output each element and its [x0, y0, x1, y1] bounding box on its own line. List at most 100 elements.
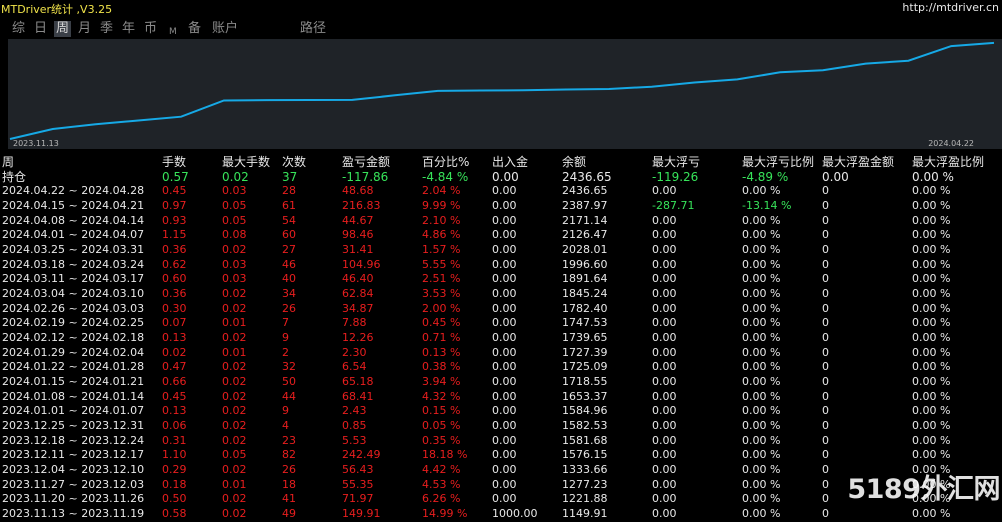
table-cell: 31.41 [342, 243, 374, 257]
table-cell: 2024.03.11 ~ 2024.03.17 [2, 272, 145, 286]
table-cell: 1747.53 [562, 316, 608, 330]
table-cell: 0.00 % [912, 316, 951, 330]
column-header: 余额 [562, 155, 587, 169]
table-row[interactable]: 2024.02.26 ~ 2024.03.03 0.30 0.02 26 34.87 2.… [0, 302, 1002, 317]
open-cell: 2436.65 [562, 169, 612, 184]
table-cell: 0.00 [492, 404, 517, 418]
table-cell: 0.00 [492, 448, 517, 462]
table-cell: 0.02 [222, 389, 247, 403]
table-cell: 0.15 % [422, 404, 461, 418]
table-cell: 0.30 [162, 301, 187, 315]
table-row[interactable]: 2023.12.11 ~ 2023.12.17 1.10 0.05 82 242.49 1… [0, 448, 1002, 463]
column-header: 手数 [162, 155, 187, 169]
table-cell: 14.99 % [422, 507, 468, 521]
table-cell: 1725.09 [562, 360, 608, 374]
table-cell: 2024.03.04 ~ 2024.03.10 [2, 287, 145, 301]
tab-path[interactable]: 路径 [300, 21, 326, 37]
table-cell: 2023.12.25 ~ 2023.12.31 [2, 419, 145, 433]
table-cell: 18.18 % [422, 448, 468, 462]
table-cell: 0.00 [492, 301, 517, 315]
table-row[interactable]: 2024.04.08 ~ 2024.04.14 0.93 0.05 54 44.67 2.… [0, 214, 1002, 229]
table-row[interactable]: 2024.03.18 ~ 2024.03.24 0.62 0.03 46 104.96 5… [0, 258, 1002, 273]
table-row[interactable]: 2023.11.13 ~ 2023.11.19 0.58 0.02 49 149.91 1… [0, 507, 1002, 522]
chart-x-start-label: 2023.11.13 [13, 139, 59, 148]
table-row[interactable]: 2024.01.08 ~ 2024.01.14 0.45 0.02 44 68.41 4.… [0, 390, 1002, 405]
table-cell: 2387.97 [562, 199, 608, 213]
table-cell: 7 [282, 316, 289, 330]
table-cell: 0.13 [162, 331, 187, 345]
website-link[interactable]: http://mtdriver.cn [902, 1, 999, 14]
table-cell: 44 [282, 389, 296, 403]
table-cell: 0.00 [652, 228, 677, 242]
table-cell: 2.51 % [422, 272, 461, 286]
column-header: 百分比% [422, 155, 470, 169]
table-cell: 0.00 % [742, 243, 781, 257]
balance-chart-canvas [9, 41, 995, 140]
table-cell: 61 [282, 199, 296, 213]
table-cell: 1582.53 [562, 419, 608, 433]
table-cell: 0.00 [652, 477, 677, 491]
chart-x-end-label: 2024.04.22 [928, 139, 974, 148]
tab-notes[interactable]: 备 [188, 21, 201, 37]
table-cell: 0.05 [222, 213, 247, 227]
open-cell: 0.57 [162, 169, 189, 184]
table-row[interactable]: 2024.03.25 ~ 2024.03.31 0.36 0.02 27 31.41 1.… [0, 243, 1002, 258]
table-cell: 0.02 [222, 492, 247, 506]
table-cell: 0.02 [222, 287, 247, 301]
table-cell: 2024.01.08 ~ 2024.01.14 [2, 389, 145, 403]
table-cell: 0.02 [162, 345, 187, 359]
table-cell: 44.67 [342, 213, 374, 227]
tab-overview[interactable]: 综 [12, 21, 25, 37]
tab-magic[interactable]: M [169, 24, 177, 40]
table-cell: 2436.65 [562, 184, 608, 198]
table-cell: 0.85 [342, 419, 367, 433]
table-cell: 4.86 % [422, 228, 461, 242]
table-row[interactable]: 2024.03.04 ~ 2024.03.10 0.36 0.02 34 62.84 3.… [0, 287, 1002, 302]
balance-chart: 2023.11.13 2024.04.22 [8, 39, 1002, 149]
open-cell: -4.84 % [422, 169, 469, 184]
table-row[interactable]: 2024.04.22 ~ 2024.04.28 0.45 0.03 28 48.68 2.… [0, 184, 1002, 199]
table-row[interactable]: 2024.04.15 ~ 2024.04.21 0.97 0.05 61 216.83 9… [0, 199, 1002, 214]
tab-year[interactable]: 年 [122, 21, 135, 37]
table-row[interactable]: 2024.02.12 ~ 2024.02.18 0.13 0.02 9 12.26 0.7… [0, 331, 1002, 346]
table-cell: 0 [822, 345, 829, 359]
table-cell: 6.54 [342, 360, 367, 374]
table-cell: 0.02 [222, 419, 247, 433]
table-cell: 0.00 [652, 492, 677, 506]
table-cell: 0.36 [162, 287, 187, 301]
table-cell: 0.00 [492, 243, 517, 257]
table-cell: 1739.65 [562, 331, 608, 345]
tab-account[interactable]: 账户 [212, 21, 238, 37]
tab-day[interactable]: 日 [34, 21, 47, 37]
tab-month[interactable]: 月 [78, 21, 91, 37]
tab-quarter[interactable]: 季 [100, 21, 113, 37]
table-cell: 0 [822, 287, 829, 301]
table-cell: 46.40 [342, 272, 374, 286]
column-header: 最大浮亏比例 [742, 155, 815, 169]
table-row[interactable]: 2023.12.25 ~ 2023.12.31 0.06 0.02 4 0.85 0.05… [0, 419, 1002, 434]
table-row[interactable]: 2024.01.29 ~ 2024.02.04 0.02 0.01 2 2.30 0.13… [0, 346, 1002, 361]
table-row[interactable]: 2024.03.11 ~ 2024.03.17 0.60 0.03 40 46.40 2.… [0, 272, 1002, 287]
table-cell: 0 [822, 184, 829, 198]
table-cell: 0.00 % [742, 184, 781, 198]
table-row[interactable]: 2024.01.22 ~ 2024.01.28 0.47 0.02 32 6.54 0.3… [0, 360, 1002, 375]
table-row[interactable]: 2024.04.01 ~ 2024.04.07 1.15 0.08 60 98.46 4.… [0, 228, 1002, 243]
table-cell: 0.35 % [422, 433, 461, 447]
table-cell: 0.00 [492, 433, 517, 447]
table-cell: 0 [822, 257, 829, 271]
table-cell: 0.00 % [912, 389, 951, 403]
table-row[interactable]: 2024.01.01 ~ 2024.01.07 0.13 0.02 9 2.43 0.15… [0, 404, 1002, 419]
table-cell: 0.00 [492, 257, 517, 271]
table-cell: 0.03 [222, 272, 247, 286]
table-row[interactable]: 2023.12.18 ~ 2023.12.24 0.31 0.02 23 5.53 0.3… [0, 434, 1002, 449]
table-row[interactable]: 2024.01.15 ~ 2024.01.21 0.66 0.02 50 65.18 3.… [0, 375, 1002, 390]
table-cell: 0.00 % [912, 257, 951, 271]
tab-week[interactable]: 周 [54, 21, 72, 37]
table-cell: 0.00 % [912, 433, 951, 447]
table-cell: 0.02 [222, 404, 247, 418]
tab-currency[interactable]: 币 [144, 21, 157, 37]
table-cell: 2.43 [342, 404, 367, 418]
table-cell: 0.00 [652, 360, 677, 374]
table-row[interactable]: 2024.02.19 ~ 2024.02.25 0.07 0.01 7 7.88 0.45… [0, 316, 1002, 331]
open-positions-row: 持仓 0.57 0.02 37 -117.86 -4.84 % 0.00 2436.65 -11… [0, 170, 1002, 185]
